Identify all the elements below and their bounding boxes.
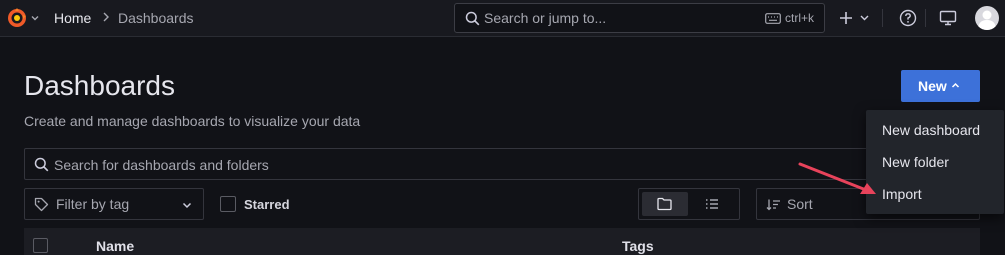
menu-item-new-dashboard[interactable]: New dashboard [882,122,980,138]
chevron-down-icon[interactable] [30,13,40,23]
avatar[interactable] [975,6,999,30]
search-icon [34,157,49,172]
avatar-icon [978,10,996,30]
search-shortcut: ctrl+k [785,11,815,25]
table-header: Name Tags [24,228,980,255]
starred-checkbox[interactable] [220,196,236,212]
menu-item-new-folder[interactable]: New folder [882,154,949,170]
tag-filter-select[interactable]: Filter by tag [24,188,204,220]
toolbar-divider [882,9,883,27]
chevron-right-icon [103,12,109,22]
top-navbar: Home Dashboards Search or jump to... ctr… [0,0,1005,37]
list-icon[interactable] [705,197,719,211]
new-dropdown-menu: New dashboard New folder Import [866,110,1004,214]
view-toggle [638,188,740,220]
folder-view-button[interactable] [642,192,688,216]
sort-icon [766,199,780,211]
annotation-arrow-icon [798,162,876,194]
tag-icon [34,197,49,212]
chevron-down-icon [860,15,869,21]
search-icon [465,11,480,26]
chevron-up-icon [951,82,960,88]
column-header-tags: Tags [622,238,654,254]
sort-label: Sort [787,196,813,212]
folder-icon [657,197,672,211]
menu-item-import[interactable]: Import [882,186,922,202]
add-menu-button[interactable] [838,9,872,27]
new-button[interactable]: New [901,70,980,102]
starred-label[interactable]: Starred [244,197,290,212]
dashboard-search-placeholder: Search for dashboards and folders [54,157,269,173]
grafana-logo-icon[interactable] [6,7,28,29]
chevron-down-icon [182,202,192,209]
keyboard-icon [765,13,781,24]
page-subtitle: Create and manage dashboards to visualiz… [24,113,361,129]
page-title: Dashboards [24,70,175,101]
select-all-checkbox[interactable] [33,238,48,253]
breadcrumb-current: Dashboards [118,10,194,26]
plus-icon [840,12,852,24]
toolbar-divider [925,9,926,27]
column-header-name[interactable]: Name [96,238,134,254]
new-button-label: New [918,78,947,94]
tv-icon[interactable] [939,9,957,27]
global-search-placeholder: Search or jump to... [484,10,607,26]
dashboard-search-input[interactable]: Search for dashboards and folders [24,148,904,180]
help-icon[interactable] [899,9,917,27]
breadcrumb-home[interactable]: Home [54,10,91,26]
tag-filter-placeholder: Filter by tag [56,196,130,212]
global-search-input[interactable]: Search or jump to... ctrl+k [454,3,825,33]
